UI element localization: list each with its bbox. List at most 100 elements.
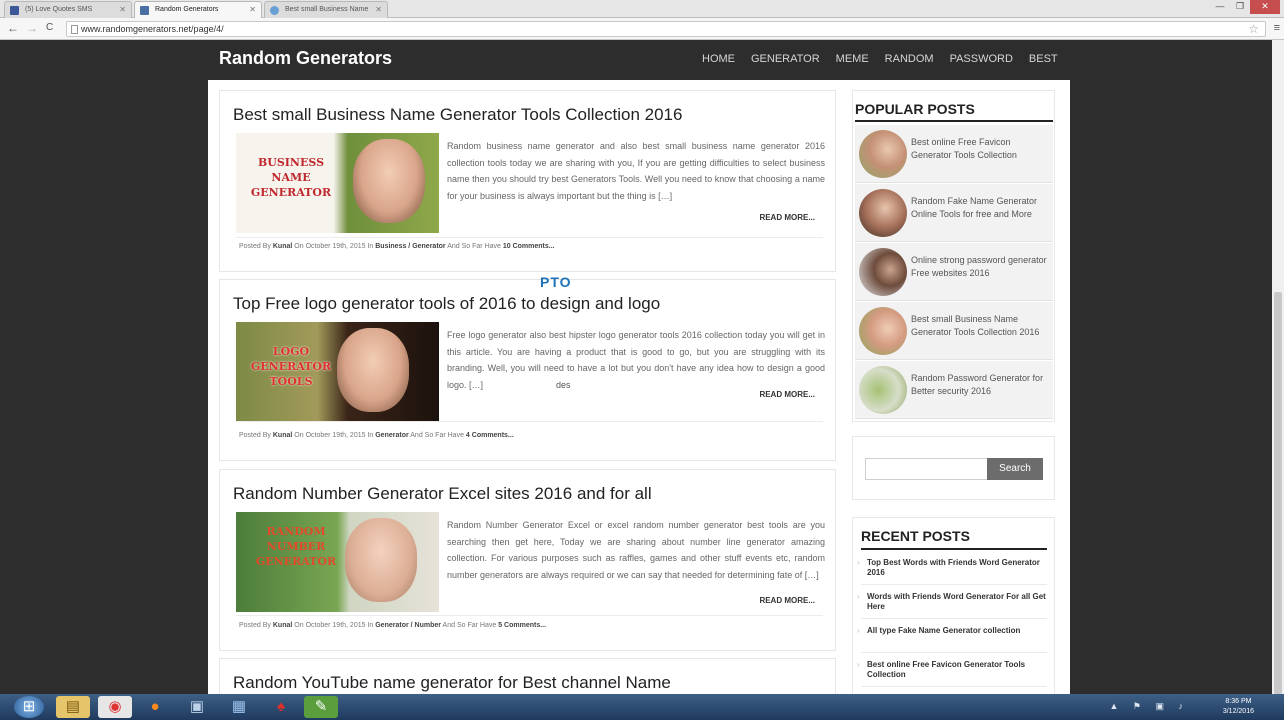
popular-post-title[interactable]: Random Password Generator for Better sec…: [911, 372, 1053, 398]
author-link[interactable]: Kunal: [273, 432, 292, 439]
nav-meme[interactable]: MEME: [836, 53, 869, 65]
popular-post-title[interactable]: Best small Business Name Generator Tools…: [911, 313, 1053, 339]
video-overlay-text: PTO: [540, 274, 572, 290]
chevron-right-icon: ›: [857, 592, 860, 601]
tab-love-quotes[interactable]: (5) Love Quotes SMS ✕: [4, 1, 132, 18]
post-card: Top Free logo generator tools of 2016 to…: [219, 279, 836, 461]
recent-post-title[interactable]: All type Fake Name Generator collection: [867, 626, 1020, 635]
author-link[interactable]: Kunal: [273, 243, 292, 250]
bookmark-star-icon[interactable]: ☆: [1248, 22, 1259, 36]
popular-post-item[interactable]: Best small Business Name Generator Tools…: [855, 302, 1053, 360]
post-thumbnail[interactable]: BUSINESS NAME GENERATOR: [236, 133, 439, 233]
thumbnail-label: LOGO GENERATOR TOOLS: [250, 345, 332, 388]
post-excerpt: Random Number Generator Excel or excel r…: [447, 520, 825, 580]
reload-button[interactable]: C: [46, 21, 53, 35]
folder-icon[interactable]: ▤: [56, 696, 90, 718]
close-tab-icon[interactable]: ✕: [375, 5, 382, 14]
category-links[interactable]: Generator / Number: [375, 622, 441, 629]
comments-link[interactable]: 4 Comments...: [466, 432, 514, 439]
recent-post-item[interactable]: › Words with Friends Word Generator For a…: [857, 592, 1047, 612]
category-links[interactable]: Generator: [375, 432, 408, 439]
divider: [861, 618, 1047, 619]
top-navigation: HOME GENERATOR MEME RANDOM PASSWORD BEST: [702, 53, 1074, 65]
taskbar-clock[interactable]: 8:36 PM 3/12/2016: [1223, 697, 1254, 717]
post-title[interactable]: Top Free logo generator tools of 2016 to…: [233, 294, 660, 314]
post-title[interactable]: Best small Business Name Generator Tools…: [233, 105, 682, 125]
tab-label: Random Generators: [155, 6, 219, 13]
page-scrollbar[interactable]: [1272, 40, 1284, 694]
url-input[interactable]: www.randomgenerators.net/page/4/ ☆: [66, 21, 1266, 37]
comments-link[interactable]: 5 Comments...: [498, 622, 546, 629]
recent-post-item[interactable]: › All type Fake Name Generator collection: [857, 626, 1047, 636]
popular-post-item[interactable]: Random Password Generator for Better sec…: [855, 361, 1053, 419]
facebook-icon: [10, 6, 19, 15]
chevron-right-icon: ›: [857, 660, 860, 669]
author-link[interactable]: Kunal: [273, 622, 292, 629]
post-date: On October 19th, 2015 In: [294, 432, 374, 439]
popular-post-title[interactable]: Random Fake Name Generator Online Tools …: [911, 195, 1053, 221]
close-tab-icon[interactable]: ✕: [119, 5, 126, 14]
recent-post-title[interactable]: Top Best Words with Friends Word Generat…: [867, 558, 1040, 577]
popular-post-item[interactable]: Best online Free Favicon Generator Tools…: [855, 125, 1053, 183]
comments-prefix: And So Far Have: [442, 622, 497, 629]
thumbnail-photo: [353, 139, 425, 223]
close-window-button[interactable]: ✕: [1250, 0, 1280, 14]
search-button[interactable]: Search: [987, 458, 1043, 480]
popular-post-item[interactable]: Random Fake Name Generator Online Tools …: [855, 184, 1053, 242]
back-button[interactable]: ←: [7, 21, 19, 35]
globe-icon: [270, 6, 279, 15]
read-more-link[interactable]: READ MORE...: [759, 390, 815, 399]
popular-post-title[interactable]: Best online Free Favicon Generator Tools…: [911, 136, 1053, 162]
post-thumbnail[interactable]: LOGO GENERATOR TOOLS: [236, 322, 439, 422]
recent-post-title[interactable]: Best online Free Favicon Generator Tools…: [867, 660, 1025, 679]
popular-post-item[interactable]: Online strong password generator Free we…: [855, 243, 1053, 301]
forward-button[interactable]: →: [26, 21, 38, 35]
read-more-link[interactable]: READ MORE...: [759, 213, 815, 222]
recent-post-item[interactable]: › Top Best Words with Friends Word Genera…: [857, 558, 1047, 578]
clock-date: 3/12/2016: [1222, 708, 1254, 715]
window-icon[interactable]: ▦: [222, 696, 256, 718]
popular-post-title[interactable]: Online strong password generator Free we…: [911, 254, 1053, 280]
url-text: www.randomgenerators.net/page/4/: [81, 24, 224, 34]
recent-post-title[interactable]: Words with Friends Word Generator For al…: [867, 592, 1046, 611]
tab-best-small-business[interactable]: Best small Business Name ✕: [264, 1, 388, 18]
window-controls: — ❐ ✕: [1210, 0, 1280, 14]
system-tray[interactable]: ▲ ⚑ ▣ ♪: [1110, 701, 1189, 712]
nav-generator[interactable]: GENERATOR: [751, 53, 820, 65]
post-thumbnail[interactable]: RANDOM NUMBER GENERATOR: [236, 512, 439, 612]
recent-posts-widget: RECENT POSTS › Top Best Words with Friend…: [852, 517, 1055, 694]
tab-label: (5) Love Quotes SMS: [25, 6, 93, 13]
category-links[interactable]: Business / Generator: [375, 243, 445, 250]
clock-time: 8:36 PM: [1225, 698, 1252, 705]
nav-password[interactable]: PASSWORD: [950, 53, 1013, 65]
maximize-button[interactable]: ❐: [1230, 0, 1250, 14]
post-date: On October 19th, 2015 In: [294, 243, 374, 250]
network-icon[interactable]: ▣: [180, 696, 214, 718]
start-button[interactable]: ⊞: [14, 696, 44, 718]
divider: [861, 652, 1047, 653]
comments-link[interactable]: 10 Comments...: [503, 243, 555, 250]
nav-random[interactable]: RANDOM: [885, 53, 934, 65]
search-input[interactable]: [865, 458, 988, 480]
meta-prefix: Posted By: [239, 243, 271, 250]
scrollbar-thumb[interactable]: [1274, 292, 1282, 694]
post-title[interactable]: Random YouTube name generator for Best c…: [233, 673, 671, 693]
post-meta: Posted By Kunal On October 19th, 2015 In…: [239, 243, 555, 250]
nav-best[interactable]: BEST: [1029, 53, 1058, 65]
tab-random-generators[interactable]: Random Generators ✕: [134, 1, 262, 18]
firefox-icon[interactable]: ●: [138, 696, 172, 718]
site-title[interactable]: Random Generators: [219, 48, 392, 69]
title-underline: [855, 120, 1053, 122]
nav-home[interactable]: HOME: [702, 53, 735, 65]
read-more-link[interactable]: READ MORE...: [759, 596, 815, 605]
game-icon[interactable]: ♠: [264, 696, 298, 718]
divider: [236, 237, 823, 238]
post-title[interactable]: Random Number Generator Excel sites 2016…: [233, 484, 652, 504]
close-tab-icon[interactable]: ✕: [249, 5, 256, 14]
recent-post-item[interactable]: › Best online Free Favicon Generator Tool…: [857, 660, 1047, 680]
app-icon[interactable]: ✎: [304, 696, 338, 718]
thumbnail-photo: [345, 518, 417, 602]
browser-menu-icon[interactable]: ≡: [1274, 22, 1280, 34]
minimize-button[interactable]: —: [1210, 0, 1230, 14]
chrome-icon[interactable]: ◉: [98, 696, 132, 718]
